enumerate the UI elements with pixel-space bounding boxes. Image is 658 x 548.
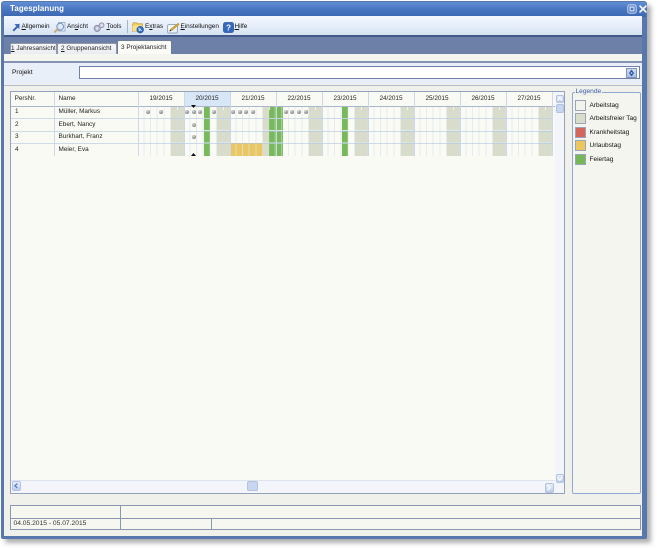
svg-text:?: ? xyxy=(225,23,230,32)
